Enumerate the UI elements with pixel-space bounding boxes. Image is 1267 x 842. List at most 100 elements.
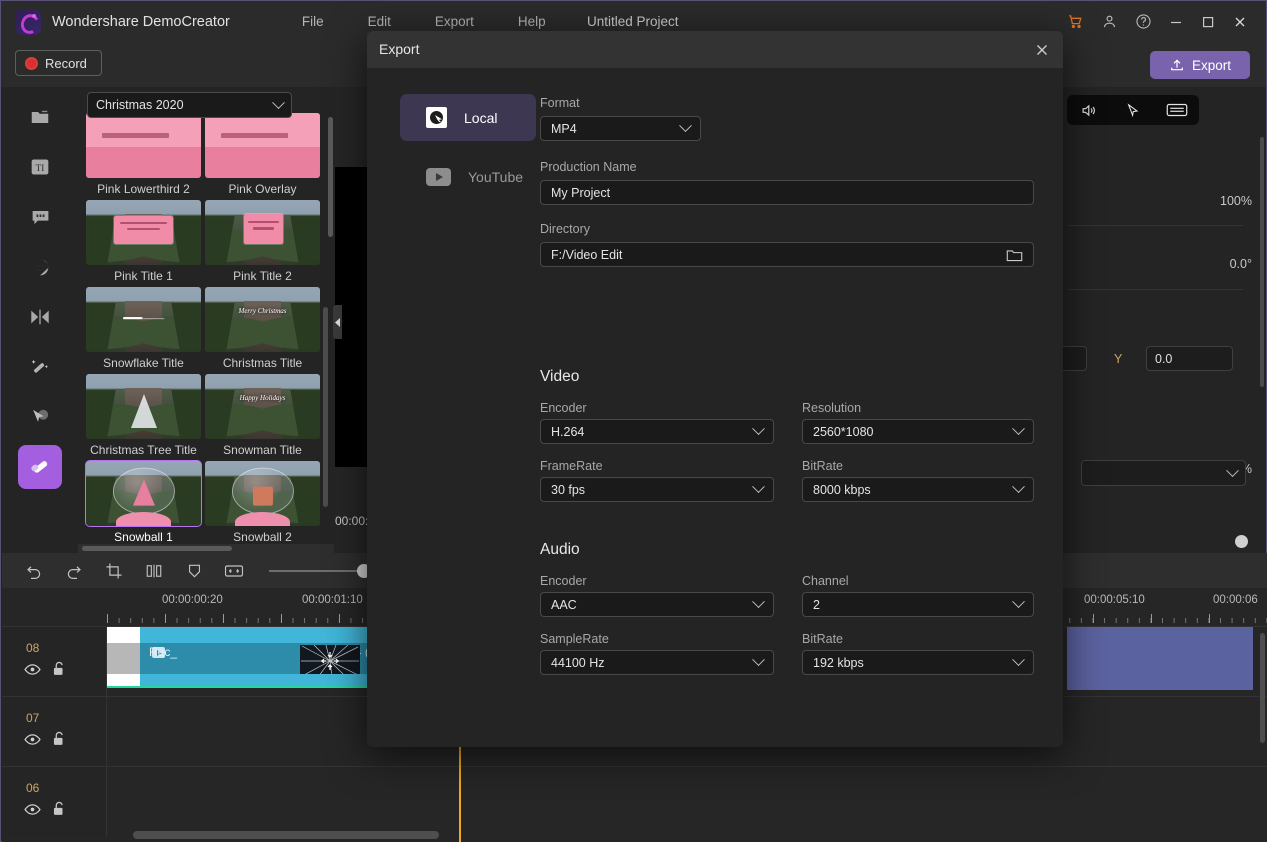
library-item[interactable]: Pink Title 1 — [86, 200, 201, 283]
library-item[interactable]: Merry Christmas Christmas Title — [205, 287, 320, 370]
video-section-title: Video — [540, 368, 580, 385]
library-item-label: Pink Title 2 — [233, 269, 292, 283]
timeline-clip-video[interactable]: Rec_ 10113.mp4 (Screen) — [107, 627, 410, 674]
video-encoder-value: H.264 — [551, 424, 585, 439]
library-item[interactable]: Happy Holidays Snowman Title — [205, 374, 320, 457]
timeline-hscrollbar[interactable] — [2, 830, 1267, 840]
user-icon[interactable] — [1092, 1, 1126, 42]
library-item[interactable]: Snowflake Title — [86, 287, 201, 370]
audio-channel-select[interactable]: 2 — [802, 592, 1034, 617]
close-button[interactable] — [1224, 1, 1256, 42]
timeline-clip-audio[interactable] — [107, 674, 410, 688]
timeline-clip-secondary[interactable] — [1067, 627, 1253, 690]
properties-scrollbar[interactable] — [1260, 137, 1264, 387]
track-number: 06 — [26, 781, 40, 795]
marker-icon — [188, 564, 200, 577]
library-item-thumbnail[interactable] — [205, 200, 320, 265]
position-y-field[interactable]: 0.0 — [1146, 346, 1233, 371]
library-item[interactable]: Snowball 1 — [85, 460, 202, 544]
audio-encoder-select[interactable]: AAC — [540, 592, 774, 617]
library-item[interactable]: Pink Overlay — [205, 113, 320, 196]
menu-help[interactable]: Help — [496, 10, 568, 33]
zoom-slider-track[interactable] — [269, 570, 369, 572]
redo-button[interactable] — [54, 553, 94, 588]
fit-button[interactable] — [214, 553, 254, 588]
library-item-thumbnail[interactable] — [86, 200, 201, 265]
library-item-thumbnail[interactable] — [205, 461, 320, 526]
library-item[interactable]: Pink Lowerthird 2 — [86, 113, 201, 196]
track-lock-icon[interactable] — [52, 731, 66, 747]
production-name-input[interactable]: My Project — [540, 180, 1034, 205]
video-bitrate-select[interactable]: 8000 kbps — [802, 477, 1034, 502]
audio-bitrate-select[interactable]: 192 kbps — [802, 650, 1034, 675]
split-button[interactable] — [134, 553, 174, 588]
preview-scrollbar[interactable] — [323, 307, 328, 507]
directory-input[interactable]: F:/Video Edit — [540, 242, 1034, 267]
library-hscrollbar[interactable] — [78, 544, 334, 553]
destination-youtube[interactable]: YouTube — [400, 153, 536, 200]
audio-bitrate-value: 192 kbps — [813, 655, 864, 670]
rail-item-transitions[interactable] — [18, 295, 62, 339]
menu-export[interactable]: Export — [413, 10, 496, 33]
format-value: MP4 — [551, 121, 577, 136]
audio-samplerate-select[interactable]: 44100 Hz — [540, 650, 774, 675]
library-item-thumbnail[interactable]: Happy Holidays — [205, 374, 320, 439]
library-item[interactable]: Christmas Tree Title — [86, 374, 201, 457]
rail-item-effects[interactable] — [18, 345, 62, 389]
menu-edit[interactable]: Edit — [346, 10, 413, 33]
record-button[interactable]: Record — [15, 50, 102, 76]
timeline-vscrollbar[interactable] — [1260, 633, 1265, 743]
tab-keyboard[interactable] — [1155, 102, 1199, 118]
collection-select[interactable]: Christmas 2020 — [87, 92, 292, 118]
track-lock-icon[interactable] — [52, 801, 66, 817]
library-scrollbar[interactable] — [328, 117, 333, 237]
crop-button[interactable] — [94, 553, 134, 588]
library-item-thumbnail[interactable] — [85, 460, 202, 527]
rail-item-sticker-pack[interactable] — [18, 445, 62, 489]
chevron-down-icon — [272, 95, 285, 109]
marker-button[interactable] — [174, 553, 214, 588]
video-encoder-select[interactable]: H.264 — [540, 419, 774, 444]
tab-audio[interactable] — [1067, 102, 1111, 119]
scale-slider-knob[interactable] — [1235, 535, 1248, 548]
tab-cursor[interactable] — [1111, 102, 1155, 119]
rail-item-annotations[interactable] — [18, 395, 62, 439]
rail-item-stickers[interactable] — [18, 245, 62, 289]
cart-icon[interactable] — [1058, 1, 1092, 42]
library-item-thumbnail[interactable] — [86, 374, 201, 439]
crop-icon — [106, 563, 122, 578]
properties-select[interactable] — [1081, 460, 1246, 486]
library-item[interactable]: Pink Title 2 — [205, 200, 320, 283]
library-item-thumbnail[interactable] — [86, 287, 201, 352]
undo-button[interactable] — [14, 553, 54, 588]
maximize-button[interactable] — [1192, 1, 1224, 42]
divider — [1067, 225, 1243, 226]
menu-file[interactable]: File — [280, 10, 346, 33]
destination-local[interactable]: Local — [400, 94, 536, 141]
video-resolution-select[interactable]: 2560*1080 — [802, 419, 1034, 444]
track-visibility-icon[interactable] — [24, 663, 41, 676]
format-select[interactable]: MP4 — [540, 116, 701, 141]
rail-item-media-library[interactable] — [18, 95, 62, 139]
rail-item-titles[interactable]: TI — [18, 145, 62, 189]
collection-name: Christmas 2020 — [96, 98, 184, 112]
audio-bitrate-label: BitRate — [802, 632, 843, 646]
rail-item-captions[interactable] — [18, 195, 62, 239]
help-icon[interactable] — [1126, 1, 1160, 42]
export-button[interactable]: Export — [1150, 51, 1250, 79]
library-item-thumbnail[interactable] — [86, 113, 201, 178]
track-visibility-icon[interactable] — [24, 733, 41, 746]
folder-icon[interactable] — [1006, 248, 1023, 262]
close-icon[interactable] — [1031, 39, 1053, 61]
directory-label: Directory — [540, 222, 591, 236]
audio-section-title: Audio — [540, 541, 580, 558]
video-framerate-select[interactable]: 30 fps — [540, 477, 774, 502]
minimize-button[interactable] — [1160, 1, 1192, 42]
opacity-value: 100% — [1220, 194, 1252, 208]
panel-collapse-handle[interactable] — [333, 305, 342, 339]
library-item[interactable]: Snowball 2 — [205, 461, 320, 544]
track-visibility-icon[interactable] — [24, 803, 41, 816]
library-item-thumbnail[interactable] — [205, 113, 320, 178]
track-lock-icon[interactable] — [52, 661, 66, 677]
library-item-thumbnail[interactable]: Merry Christmas — [205, 287, 320, 352]
